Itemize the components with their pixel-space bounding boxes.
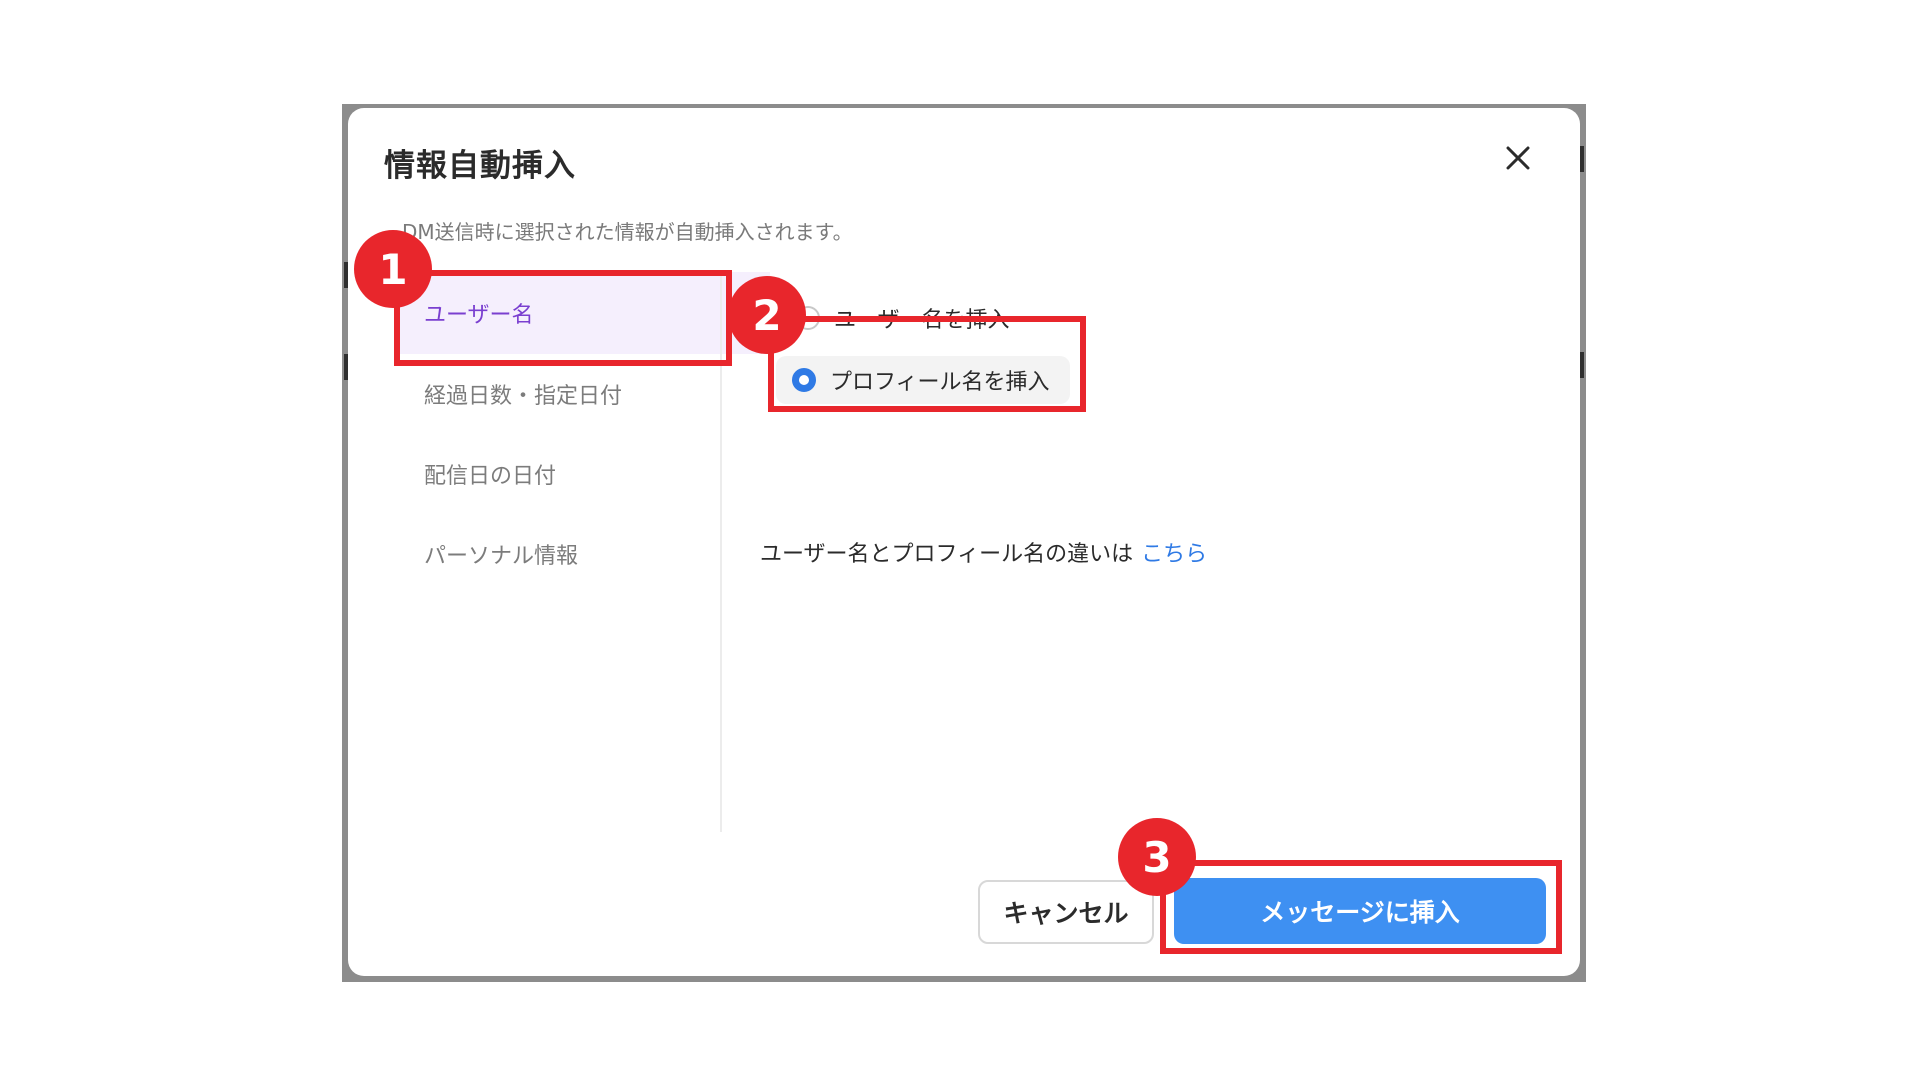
dialog-description: DM送信時に選択された情報が自動挿入されます。: [402, 220, 853, 244]
highlight-box-1: [394, 270, 732, 366]
info-text: ユーザー名とプロフィール名の違いは: [760, 542, 1134, 567]
category-item-elapsed-days[interactable]: 経過日数・指定日付: [398, 354, 770, 434]
highlight-box-2: [768, 316, 1086, 412]
category-item-personal-info[interactable]: パーソナル情報: [398, 514, 770, 594]
category-item-delivery-date[interactable]: 配信日の日付: [398, 434, 770, 514]
step-badge-3: 3: [1118, 818, 1196, 896]
close-button[interactable]: [1498, 138, 1538, 178]
cancel-button[interactable]: キャンセル: [978, 880, 1154, 944]
close-icon[interactable]: [1505, 145, 1531, 171]
screenshot-stage: 情報自動挿入 DM送信時に選択された情報が自動挿入されます。 ユーザー名 経過日…: [0, 0, 1920, 1080]
difference-info: ユーザー名とプロフィール名の違いは こちら: [760, 536, 1207, 568]
info-link[interactable]: こちら: [1141, 542, 1207, 567]
insert-info-dialog: 情報自動挿入 DM送信時に選択された情報が自動挿入されます。 ユーザー名 経過日…: [348, 108, 1580, 976]
step-badge-2: 2: [728, 276, 806, 354]
dialog-title: 情報自動挿入: [384, 148, 576, 184]
highlight-box-3: [1160, 860, 1562, 954]
step-badge-1: 1: [354, 230, 432, 308]
